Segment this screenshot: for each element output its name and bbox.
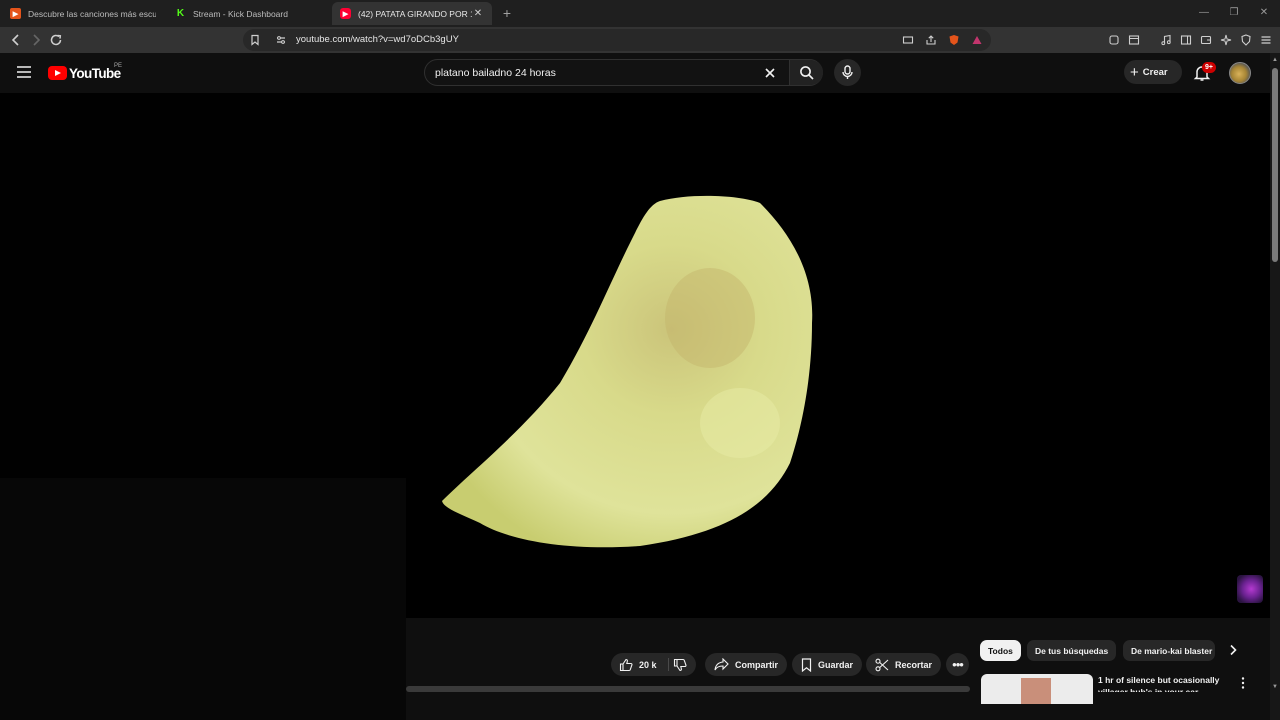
account-avatar[interactable] (1229, 62, 1251, 84)
scrollbar-thumb[interactable] (1272, 68, 1278, 262)
browser-tab[interactable]: ▶ Descubre las canciones más escucha (2, 2, 164, 25)
search-box (424, 59, 823, 86)
minimize-icon[interactable]: — (1197, 6, 1211, 20)
clip-label: Recortar (895, 659, 933, 670)
like-button[interactable]: 20 k (611, 653, 667, 676)
tab-title: Stream - Kick Dashboard (193, 8, 288, 19)
tab-title: (42) PATATA GIRANDO POR 10 H (358, 8, 472, 19)
notification-badge: 9+ (1202, 62, 1216, 73)
new-tab-button[interactable]: + (499, 5, 515, 21)
dislike-button[interactable] (672, 657, 690, 673)
plus-icon: + (1130, 63, 1139, 81)
video-player[interactable] (0, 93, 1270, 618)
filter-chip-all[interactable]: Todos (980, 640, 1021, 661)
tab-search-icon[interactable] (1128, 34, 1140, 46)
share-arrow-icon (714, 658, 729, 671)
wallet-icon[interactable] (1200, 34, 1212, 46)
site-settings-icon[interactable] (275, 34, 287, 46)
kebab-menu-icon[interactable] (1238, 676, 1248, 690)
bookmark-save-icon (801, 657, 812, 672)
cast-icon[interactable] (902, 34, 914, 46)
voice-search-button[interactable] (834, 59, 861, 86)
thumbnail-figure (1021, 678, 1051, 704)
brave-shields-icon[interactable] (948, 34, 960, 46)
channel-branding-icon[interactable] (1237, 575, 1263, 603)
thumbs-up-icon (619, 658, 633, 671)
recommended-video-thumbnail[interactable] (981, 674, 1093, 704)
country-code: PE (114, 63, 123, 69)
sidebar-icon[interactable] (1180, 34, 1192, 46)
clear-search-icon[interactable] (763, 66, 777, 80)
create-button[interactable]: + Crear (1124, 60, 1182, 84)
close-window-icon[interactable]: ✕ (1257, 6, 1271, 20)
share-page-icon[interactable] (925, 34, 937, 46)
filter-chip-channel[interactable]: De mario-kai blaster (1123, 640, 1215, 661)
clip-button[interactable]: Recortar (866, 653, 942, 676)
save-button[interactable]: Guardar (792, 653, 863, 676)
youtube-logo[interactable]: YouTube (48, 65, 121, 81)
below-player-left-area (0, 618, 406, 720)
potato-chip-frame (442, 195, 813, 548)
save-label: Guardar (818, 659, 854, 670)
bookmark-icon[interactable] (249, 34, 261, 46)
scroll-up-arrow-icon[interactable]: ▲ (1271, 56, 1279, 64)
like-count: 20 k (639, 659, 657, 670)
scroll-down-arrow-icon[interactable]: ▼ (1271, 683, 1279, 691)
browser-menu-icon[interactable] (1260, 34, 1272, 46)
search-input[interactable] (435, 65, 755, 81)
filter-chip-searches[interactable]: De tus búsquedas (1027, 640, 1117, 661)
tab-title: Descubre las canciones más escucha (28, 8, 156, 19)
share-label: Compartir (735, 659, 779, 670)
hamburger-menu-icon[interactable] (16, 65, 32, 79)
restore-icon[interactable]: ❐ (1227, 6, 1241, 20)
close-tab-icon[interactable]: ✕ (472, 8, 484, 20)
youtube-icon: ▶ (340, 8, 351, 19)
browser-tab-strip: ▶ Descubre las canciones más escucha K S… (0, 0, 1280, 27)
microphone-icon (842, 65, 853, 79)
more-actions-button[interactable]: ••• (946, 653, 969, 676)
forward-icon[interactable] (28, 32, 44, 48)
like-divider (668, 658, 669, 671)
leo-ai-icon[interactable] (1220, 34, 1232, 46)
music-app-icon: ▶ (10, 8, 21, 19)
description-box-edge (406, 686, 970, 692)
scissors-icon (875, 658, 889, 671)
share-button[interactable]: Compartir (705, 653, 788, 676)
kick-icon: K (176, 8, 185, 19)
browser-tab[interactable]: K Stream - Kick Dashboard (167, 2, 329, 25)
youtube-play-icon (48, 66, 67, 80)
media-music-icon[interactable] (1160, 34, 1172, 46)
recommended-video-title[interactable]: 1 hr of silence but ocasionally villager… (1098, 674, 1228, 692)
brave-rewards-icon[interactable] (971, 34, 983, 46)
back-icon[interactable] (8, 32, 24, 48)
like-dislike-group: 20 k (611, 653, 696, 676)
url-text: youtube.com/watch?v=wd7oDCb3gUY (296, 34, 459, 45)
search-icon (800, 66, 814, 80)
vpn-shield-icon[interactable] (1240, 34, 1252, 46)
reload-icon[interactable] (48, 32, 64, 48)
search-button[interactable] (789, 60, 823, 85)
sync-icon[interactable] (1108, 34, 1120, 46)
chevron-right-icon[interactable] (1226, 643, 1240, 657)
youtube-logo-text: YouTube (69, 65, 121, 81)
address-bar[interactable]: youtube.com/watch?v=wd7oDCb3gUY (243, 29, 991, 51)
browser-tab-active[interactable]: ▶ (42) PATATA GIRANDO POR 10 H ✕ (332, 2, 492, 25)
browser-toolbar: youtube.com/watch?v=wd7oDCb3gUY (0, 27, 1280, 53)
create-label: Crear (1142, 66, 1168, 78)
youtube-masthead: YouTube PE + Crear 9+ (0, 53, 1270, 93)
